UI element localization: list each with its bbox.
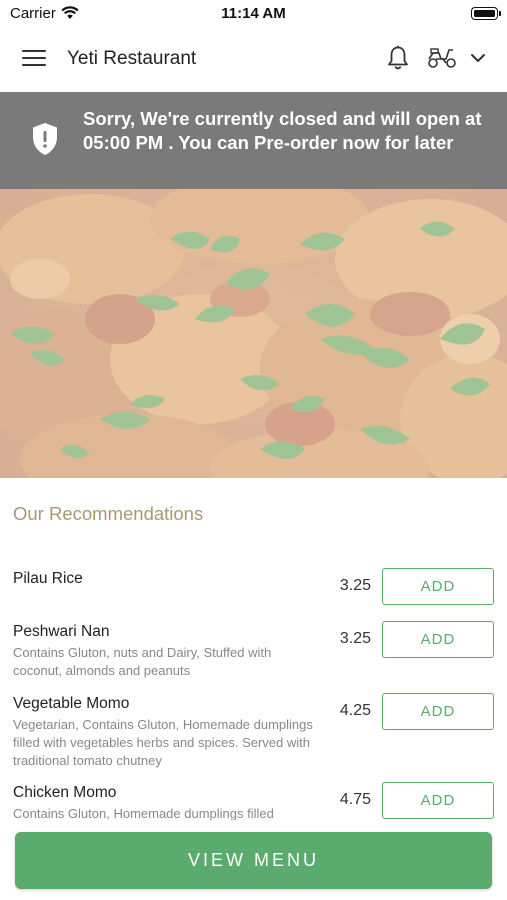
item-name: Peshwari Nan [13, 623, 110, 640]
hamburger-menu-icon[interactable] [22, 50, 46, 68]
add-button[interactable]: ADD [382, 621, 494, 658]
item-price: 3.25 [339, 577, 371, 594]
restaurant-title: Yeti Restaurant [67, 48, 197, 69]
view-menu-button[interactable]: VIEW MENU [15, 832, 492, 889]
closed-notice-banner: Sorry, We're currently closed and will o… [0, 92, 507, 189]
add-button[interactable]: ADD [382, 693, 494, 730]
add-button[interactable]: ADD [382, 782, 494, 819]
item-name: Chicken Momo [13, 784, 117, 801]
status-bar: Carrier 11:14 AM [0, 0, 507, 28]
item-name: Pilau Rice [13, 570, 83, 587]
add-button[interactable]: ADD [382, 568, 494, 605]
hero-food-image [0, 189, 507, 478]
item-description: Contains Gluton, nuts and Dairy, Stuffed… [13, 645, 272, 678]
closed-notice-text: Sorry, We're currently closed and will o… [83, 108, 482, 153]
item-description: Vegetarian, Contains Gluton, Homemade du… [13, 717, 313, 768]
clock: 11:14 AM [221, 5, 286, 22]
app-header: Yeti Restaurant [0, 28, 507, 92]
recommendations-title: Our Recommendations [13, 503, 204, 524]
item-price: 4.25 [339, 702, 371, 719]
item-price: 4.75 [339, 791, 371, 808]
shield-alert-icon [33, 123, 57, 155]
item-name: Vegetable Momo [13, 695, 130, 712]
chevron-down-icon[interactable] [470, 52, 486, 64]
battery-icon [471, 7, 501, 20]
bell-icon[interactable] [386, 45, 410, 71]
scooter-icon[interactable] [427, 47, 457, 69]
item-price: 3.25 [339, 630, 371, 647]
